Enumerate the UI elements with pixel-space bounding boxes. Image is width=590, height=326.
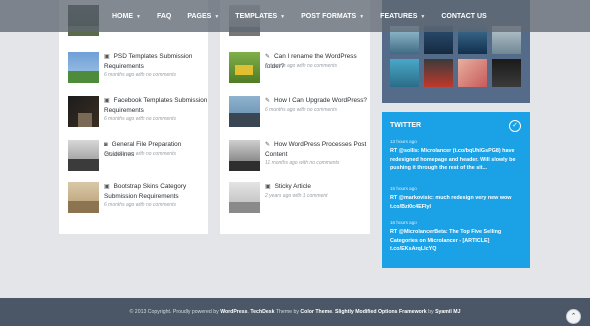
nav-item-home[interactable]: HOME ▼ bbox=[112, 13, 141, 20]
separator: . bbox=[247, 309, 249, 315]
post-title[interactable]: Sticky Article bbox=[275, 183, 311, 190]
pencil-icon: ✎ bbox=[265, 98, 271, 104]
twitter-icon[interactable]: ✓ bbox=[509, 120, 521, 132]
post-title-link[interactable]: ▣ PSD Templates Submission Requirements bbox=[104, 52, 208, 72]
twitter-widget: TWITTER ✓ 13 hours ago RT @sollis: Micro… bbox=[382, 112, 530, 268]
list-item[interactable]: ✎ How WordPress Processes Post Content 11… bbox=[229, 140, 369, 176]
image-icon: ▣ bbox=[104, 54, 110, 60]
post-thumbnail[interactable] bbox=[229, 140, 260, 171]
post-title[interactable]: PSD Templates Submission Requirements bbox=[104, 53, 192, 70]
post-meta: 6 months ago with no comments bbox=[104, 151, 176, 157]
tweet: 15 hours ago RT @markovisic: much redesi… bbox=[390, 186, 522, 211]
post-title-link[interactable]: ✎ How WordPress Processes Post Content bbox=[265, 140, 369, 160]
nav-item-label: CONTACT US bbox=[441, 12, 487, 20]
post-meta: 6 months ago with no comments bbox=[104, 116, 176, 122]
post-meta: 6 months ago with no comments bbox=[104, 202, 176, 208]
tweet-text[interactable]: RT @MicrolancerBeta: The Top Five Sellin… bbox=[390, 228, 522, 254]
nav-item-features[interactable]: FEATURES ▼ bbox=[380, 13, 425, 20]
post-thumbnail[interactable] bbox=[229, 96, 260, 127]
nav-item-pages[interactable]: PAGES ▼ bbox=[187, 13, 219, 20]
nav-item-templates[interactable]: TEMPLATES ▼ bbox=[235, 13, 285, 20]
copyright-text: © 2013 Copyright. Proudly powered by bbox=[129, 309, 219, 315]
post-title-link[interactable]: ▣ Sticky Article bbox=[265, 182, 369, 192]
tweet-time[interactable]: 13 hours ago bbox=[390, 139, 522, 144]
chevron-up-icon: ⌃ bbox=[570, 313, 577, 320]
nav-item-label: TEMPLATES bbox=[235, 12, 278, 20]
post-title-link[interactable]: ▣ Facebook Templates Submission Requireme… bbox=[104, 96, 208, 116]
nav-item-label: FAQ bbox=[156, 12, 172, 20]
tweet: 13 hours ago RT @sollis: Microlancer (t.… bbox=[390, 139, 522, 173]
post-title-link[interactable]: ▣ Bootstrap Skins Category Submission Req… bbox=[104, 182, 208, 202]
post-thumbnail[interactable] bbox=[229, 52, 260, 83]
post-meta: 6 months ago with no comments bbox=[265, 107, 337, 113]
theme-name[interactable]: TechDesk bbox=[250, 309, 274, 315]
chevron-down-icon: ▼ bbox=[214, 13, 220, 20]
list-item[interactable]: ✎ How I Can Upgrade WordPress? 6 months a… bbox=[229, 96, 369, 132]
pencil-icon: ✎ bbox=[265, 54, 271, 60]
back-to-top-button[interactable]: ⌃ bbox=[566, 309, 581, 324]
image-icon: ▣ bbox=[104, 184, 110, 190]
chevron-down-icon: ▼ bbox=[280, 13, 286, 20]
nav-item-post-formats[interactable]: POST FORMATS ▼ bbox=[301, 13, 364, 20]
post-thumbnail[interactable] bbox=[68, 96, 99, 127]
post-meta: 6 months ago with no comments bbox=[265, 63, 337, 69]
nav-item-label: FEATURES bbox=[380, 12, 418, 20]
camera-icon: ◙ bbox=[104, 142, 108, 148]
list-item[interactable]: ✎ Can I rename the WordPress folder? 6 mo… bbox=[229, 52, 369, 88]
nav-item-contact-us[interactable]: CONTACT US bbox=[441, 13, 486, 20]
top-navigation: HOME ▼ FAQ PAGES ▼ TEMPLATES ▼ POST FORMATS… bbox=[0, 0, 590, 32]
chevron-down-icon: ▼ bbox=[136, 13, 141, 20]
post-thumbnail[interactable] bbox=[68, 182, 99, 213]
tweet-text[interactable]: RT @sollis: Microlancer (t.co/bqUhIGsPG8… bbox=[390, 147, 522, 173]
post-list-left: ▣ PSD Templates Submission Requirements 6… bbox=[59, 0, 208, 234]
chevron-down-icon: ▼ bbox=[420, 13, 426, 20]
photo-thumbnail[interactable] bbox=[390, 59, 419, 87]
image-icon: ▣ bbox=[104, 98, 110, 104]
widget-title: TWITTER bbox=[390, 122, 422, 129]
theme-author-link[interactable]: Color Theme bbox=[300, 309, 332, 315]
nav-item-faq[interactable]: FAQ bbox=[157, 13, 171, 20]
main-menu: HOME ▼ FAQ PAGES ▼ TEMPLATES ▼ POST FORMATS… bbox=[112, 0, 503, 32]
list-item[interactable]: ▣ Sticky Article 2 years ago with 1 comme… bbox=[229, 182, 369, 218]
options-framework-link[interactable]: Slightly Modified Options Framework bbox=[335, 309, 427, 315]
post-list-middle: ✎ Can I rename the WordPress folder? 6 mo… bbox=[220, 0, 370, 234]
chevron-down-icon: ▼ bbox=[359, 13, 365, 20]
post-meta: 6 months ago with no comments bbox=[104, 72, 176, 78]
image-icon: ▣ bbox=[265, 184, 271, 190]
post-thumbnail[interactable] bbox=[229, 182, 260, 213]
post-title[interactable]: How I Can Upgrade WordPress? bbox=[274, 97, 367, 104]
tweet: 16 hours ago RT @MicrolancerBeta: The To… bbox=[390, 220, 522, 254]
photo-grid bbox=[390, 26, 522, 87]
photo-thumbnail[interactable] bbox=[458, 59, 487, 87]
post-thumbnail[interactable] bbox=[68, 52, 99, 83]
tweet-text[interactable]: RT @markovisic: much redesign very new w… bbox=[390, 194, 522, 211]
by-text: by bbox=[428, 309, 434, 315]
post-meta: 2 years ago with 1 comment bbox=[265, 193, 328, 199]
wordpress-link[interactable]: WordPress bbox=[220, 309, 247, 315]
photo-thumbnail[interactable] bbox=[424, 59, 453, 87]
post-meta: 11 months ago with no comments bbox=[265, 160, 340, 166]
author-link[interactable]: Syamil MJ bbox=[435, 309, 460, 315]
footer-credits: © 2013 Copyright. Proudly powered by Wor… bbox=[0, 309, 590, 315]
tweet-time[interactable]: 16 hours ago bbox=[390, 220, 522, 225]
pencil-icon: ✎ bbox=[265, 142, 271, 148]
separator: . bbox=[332, 309, 334, 315]
nav-item-label: PAGES bbox=[187, 12, 212, 20]
theme-by-text: Theme by bbox=[275, 309, 299, 315]
post-title-link[interactable]: ✎ How I Can Upgrade WordPress? bbox=[265, 96, 369, 106]
tweet-time[interactable]: 15 hours ago bbox=[390, 186, 522, 191]
photo-thumbnail[interactable] bbox=[492, 59, 521, 87]
nav-item-label: HOME bbox=[112, 12, 133, 20]
footer: © 2013 Copyright. Proudly powered by Wor… bbox=[0, 298, 590, 326]
list-item[interactable]: ◙ General File Preparation Guidelines 6 m… bbox=[68, 140, 208, 176]
post-title[interactable]: Facebook Templates Submission Requiremen… bbox=[104, 97, 207, 114]
post-title[interactable]: How WordPress Processes Post Content bbox=[265, 141, 366, 158]
nav-item-label: POST FORMATS bbox=[301, 12, 357, 20]
post-title[interactable]: Bootstrap Skins Category Submission Requ… bbox=[104, 183, 186, 200]
list-item[interactable]: ▣ Bootstrap Skins Category Submission Req… bbox=[68, 182, 208, 218]
list-item[interactable]: ▣ PSD Templates Submission Requirements 6… bbox=[68, 52, 208, 88]
list-item[interactable]: ▣ Facebook Templates Submission Requireme… bbox=[68, 96, 208, 132]
post-thumbnail[interactable] bbox=[68, 140, 99, 171]
